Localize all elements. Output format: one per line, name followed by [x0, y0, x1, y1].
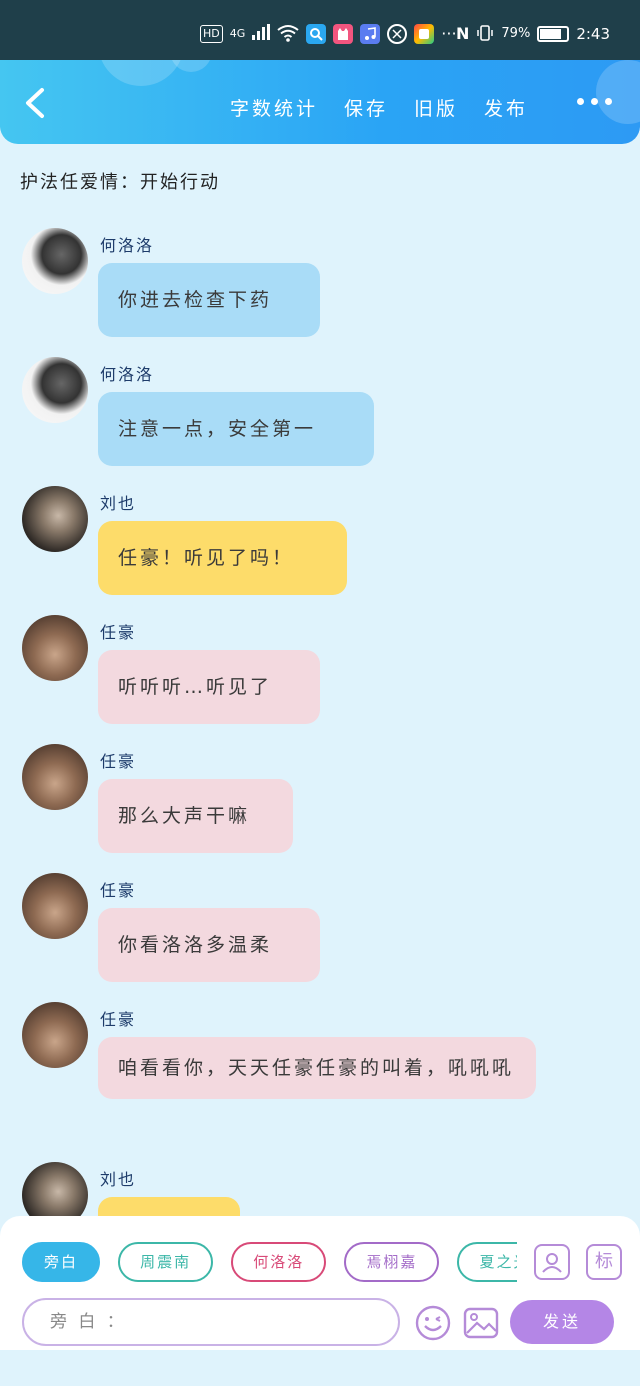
more-dot-icon: [577, 98, 584, 105]
old-version-button[interactable]: 旧版: [414, 94, 458, 121]
network-type-icon: 4G: [229, 27, 246, 40]
avatar[interactable]: [22, 744, 88, 810]
vibrate-icon: [476, 24, 494, 44]
cat-app-icon: [333, 24, 354, 44]
emoji-button[interactable]: [414, 1304, 452, 1342]
store-app-icon: [414, 24, 435, 44]
message-bubble[interactable]: 听听听…听见了: [98, 650, 320, 724]
avatar[interactable]: [22, 615, 88, 681]
sender-name: 任豪: [100, 1010, 137, 1029]
battery-percent: 79%: [501, 26, 531, 41]
role-chip[interactable]: 夏之光: [457, 1242, 517, 1282]
message-bubble[interactable]: 注意一点，安全第一: [98, 392, 374, 466]
hd-icon: HD: [200, 25, 223, 43]
avatar[interactable]: [22, 486, 88, 552]
sender-name: 何洛洛: [100, 365, 155, 384]
decorative-bubble: [170, 60, 212, 72]
save-button[interactable]: 保存: [344, 94, 388, 121]
message-bubble[interactable]: 咱看看你，天天任豪任豪的叫着，吼吼吼: [98, 1037, 536, 1099]
decorative-bubble: [596, 60, 640, 124]
image-button[interactable]: [462, 1304, 500, 1342]
sender-name: 刘也: [100, 494, 137, 513]
more-dot-icon: [605, 98, 612, 105]
send-button[interactable]: 发送: [510, 1300, 614, 1344]
sender-name: 任豪: [100, 752, 137, 771]
chat-title: 护法任爱情：开始行动: [20, 172, 220, 193]
role-chip[interactable]: 焉栩嘉: [344, 1242, 440, 1282]
top-toolbar: 字数统计 保存 旧版 发布: [0, 60, 640, 144]
role-selector: 旁白 周震南 何洛洛 焉栩嘉 夏之光: [22, 1242, 517, 1284]
battery-fill: [540, 29, 561, 39]
more-dot-icon: [591, 98, 598, 105]
message-input[interactable]: 旁 白 ：: [22, 1298, 400, 1346]
browser-app-icon: [387, 24, 408, 44]
message-bubble[interactable]: 你进去检查下药: [98, 263, 320, 337]
wifi-icon: [277, 24, 299, 44]
tag-button[interactable]: 标: [586, 1244, 622, 1280]
person-icon: [542, 1253, 562, 1273]
avatar[interactable]: [22, 1002, 88, 1068]
image-icon: [463, 1307, 499, 1339]
music-app-icon: [360, 24, 381, 44]
avatar[interactable]: [22, 873, 88, 939]
status-bar: HD 4G ··· N 79% 2:43: [0, 0, 640, 60]
sender-name: 任豪: [100, 881, 137, 900]
sender-name: 何洛洛: [100, 236, 155, 255]
status-left: HD 4G ···: [200, 24, 457, 44]
message-bubble[interactable]: 那么大声干嘛: [98, 779, 293, 853]
signal-icon: [252, 24, 271, 44]
avatar[interactable]: [22, 228, 88, 294]
message-bubble[interactable]: 你看洛洛多温柔: [98, 908, 320, 982]
clock: 2:43: [576, 25, 610, 43]
more-options-button[interactable]: [577, 98, 612, 105]
nfc-icon: N: [456, 24, 470, 43]
message-bubble[interactable]: 任豪！听见了吗！: [98, 521, 347, 595]
character-manage-button[interactable]: [534, 1244, 570, 1280]
header-actions: 字数统计 保存 旧版 发布: [230, 94, 528, 121]
role-chip[interactable]: 周震南: [118, 1242, 214, 1282]
status-right: N 79% 2:43: [456, 24, 610, 44]
composer-panel: 旁白 周震南 何洛洛 焉栩嘉 夏之光 标 旁 白 ： 发送: [0, 1216, 640, 1350]
sender-name: 任豪: [100, 623, 137, 642]
role-chip[interactable]: 何洛洛: [231, 1242, 327, 1282]
decorative-bubble: [98, 60, 184, 86]
search-app-icon: [306, 24, 327, 44]
sender-name: 刘也: [100, 1170, 137, 1189]
chevron-left-icon: [26, 88, 44, 118]
smiley-icon: [415, 1305, 451, 1341]
battery-icon: [537, 26, 570, 42]
bottom-strip: [0, 1350, 640, 1386]
publish-button[interactable]: 发布: [484, 94, 528, 121]
word-count-button[interactable]: 字数统计: [230, 94, 318, 121]
more-notifications-icon: ···: [441, 24, 457, 43]
role-chip-narrator[interactable]: 旁白: [22, 1242, 101, 1282]
back-button[interactable]: [20, 86, 50, 120]
avatar[interactable]: [22, 357, 88, 423]
